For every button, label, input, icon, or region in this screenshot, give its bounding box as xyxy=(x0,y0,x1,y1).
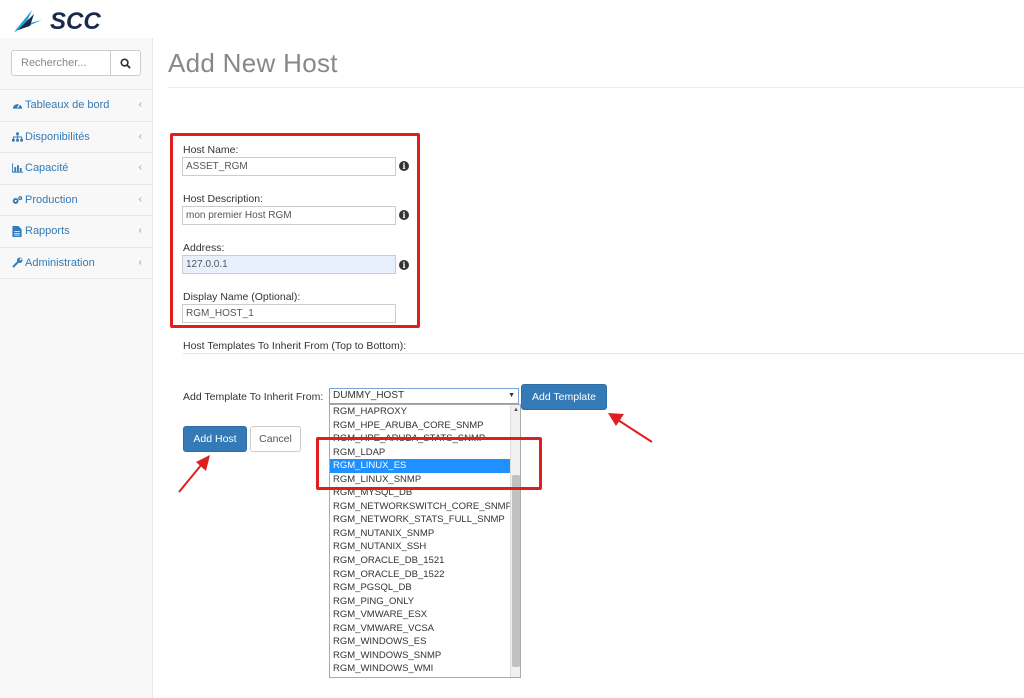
template-option[interactable]: RGM_NUTANIX_SSH xyxy=(330,540,510,554)
chevron-left-icon: ‹ xyxy=(138,225,142,236)
sidebar-item-tableaux-de-bord[interactable]: Tableaux de bord ‹ xyxy=(0,90,153,122)
sidebar-item-rapports[interactable]: Rapports ‹ xyxy=(0,216,153,248)
template-option[interactable]: RGM_NETWORKSWITCH_CORE_SNMP xyxy=(330,500,510,514)
chevron-left-icon: ‹ xyxy=(138,130,142,142)
template-option[interactable]: RGM_HPE_ARUBA_CORE_SNMP xyxy=(330,419,510,433)
sidebar-item-production[interactable]: Production ‹ xyxy=(0,185,153,216)
template-option[interactable]: RGM_WINDOWS_WMI xyxy=(330,662,510,676)
sidebar-item-label: Capacité xyxy=(25,162,69,175)
wrench-icon xyxy=(11,257,23,269)
chevron-left-icon: ‹ xyxy=(138,193,142,205)
template-option[interactable]: RGM_HAPROXY xyxy=(330,405,510,419)
sidebar-item-label: Disponibilités xyxy=(25,130,90,143)
sitemap-icon xyxy=(11,131,23,143)
chevron-left-icon: ‹ xyxy=(138,99,142,110)
dropdown-arrow-icon: ▼ xyxy=(508,392,515,399)
sidebar-item-label: Tableaux de bord xyxy=(25,99,110,112)
bar-chart-icon xyxy=(11,162,23,174)
search-input[interactable] xyxy=(11,50,111,76)
template-option[interactable]: RGM_ORACLE_DB_1522 xyxy=(330,568,510,582)
sidebar-item-capacite[interactable]: Capacité ‹ xyxy=(0,153,153,185)
page-title: Add New Host xyxy=(168,48,338,78)
sidebar: Tableaux de bord ‹ Disponibilités ‹ Capa… xyxy=(0,38,153,698)
chevron-left-icon: ‹ xyxy=(138,256,142,268)
add-template-label: Add Template To Inherit From: xyxy=(183,391,324,403)
annotation-highlight-box xyxy=(170,133,420,328)
template-option[interactable]: RGM_WINDOWS_SNMP xyxy=(330,649,510,663)
annotation-arrow xyxy=(178,455,210,493)
template-option[interactable]: RGM_ORACLE_DB_1521 xyxy=(330,554,510,568)
chevron-left-icon: ‹ xyxy=(138,162,142,173)
search-button[interactable] xyxy=(110,50,141,76)
logo-text: SCC xyxy=(50,8,101,34)
sidebar-item-label: Rapports xyxy=(25,225,70,238)
template-option[interactable]: RGM_VMWARE_ESX xyxy=(330,608,510,622)
section-divider xyxy=(183,353,1024,354)
annotation-arrow xyxy=(608,413,653,443)
template-option[interactable]: RGM_PGSQL_DB xyxy=(330,581,510,595)
sidebar-item-label: Production xyxy=(25,193,78,206)
sidebar-item-label: Administration xyxy=(25,256,95,269)
sidebar-menu: Tableaux de bord ‹ Disponibilités ‹ Capa… xyxy=(0,89,153,279)
annotation-highlight-box xyxy=(316,437,542,490)
template-option[interactable]: RGM_NETWORK_STATS_FULL_SNMP xyxy=(330,513,510,527)
dashboard-icon xyxy=(11,99,23,111)
templates-section-label: Host Templates To Inherit From (Top to B… xyxy=(183,340,407,352)
template-option[interactable]: RGM_WINDOWS_ES xyxy=(330,635,510,649)
scc-logo: SCC xyxy=(14,8,101,34)
template-select-value: DUMMY_HOST xyxy=(333,390,405,401)
add-host-button[interactable]: Add Host xyxy=(183,426,247,452)
template-option[interactable]: RGM_NUTANIX_SNMP xyxy=(330,527,510,541)
scrollbar-thumb[interactable] xyxy=(512,475,520,667)
add-template-button[interactable]: Add Template xyxy=(521,384,607,410)
cancel-button[interactable]: Cancel xyxy=(250,426,301,452)
cogs-icon xyxy=(11,194,23,206)
file-icon xyxy=(11,225,23,237)
template-option[interactable]: RGM_VMWARE_VCSA xyxy=(330,622,510,636)
sidebar-item-administration[interactable]: Administration ‹ xyxy=(0,248,153,279)
template-option[interactable]: RGM_PING_ONLY xyxy=(330,595,510,609)
template-select[interactable]: DUMMY_HOST ▼ xyxy=(329,388,519,404)
sidebar-search xyxy=(11,50,141,76)
sidebar-item-disponibilites[interactable]: Disponibilités ‹ xyxy=(0,122,153,153)
title-divider xyxy=(168,87,1024,88)
top-bar: SCC xyxy=(0,0,1024,38)
scroll-up-icon[interactable]: ▲ xyxy=(513,407,519,413)
search-icon xyxy=(120,57,131,69)
